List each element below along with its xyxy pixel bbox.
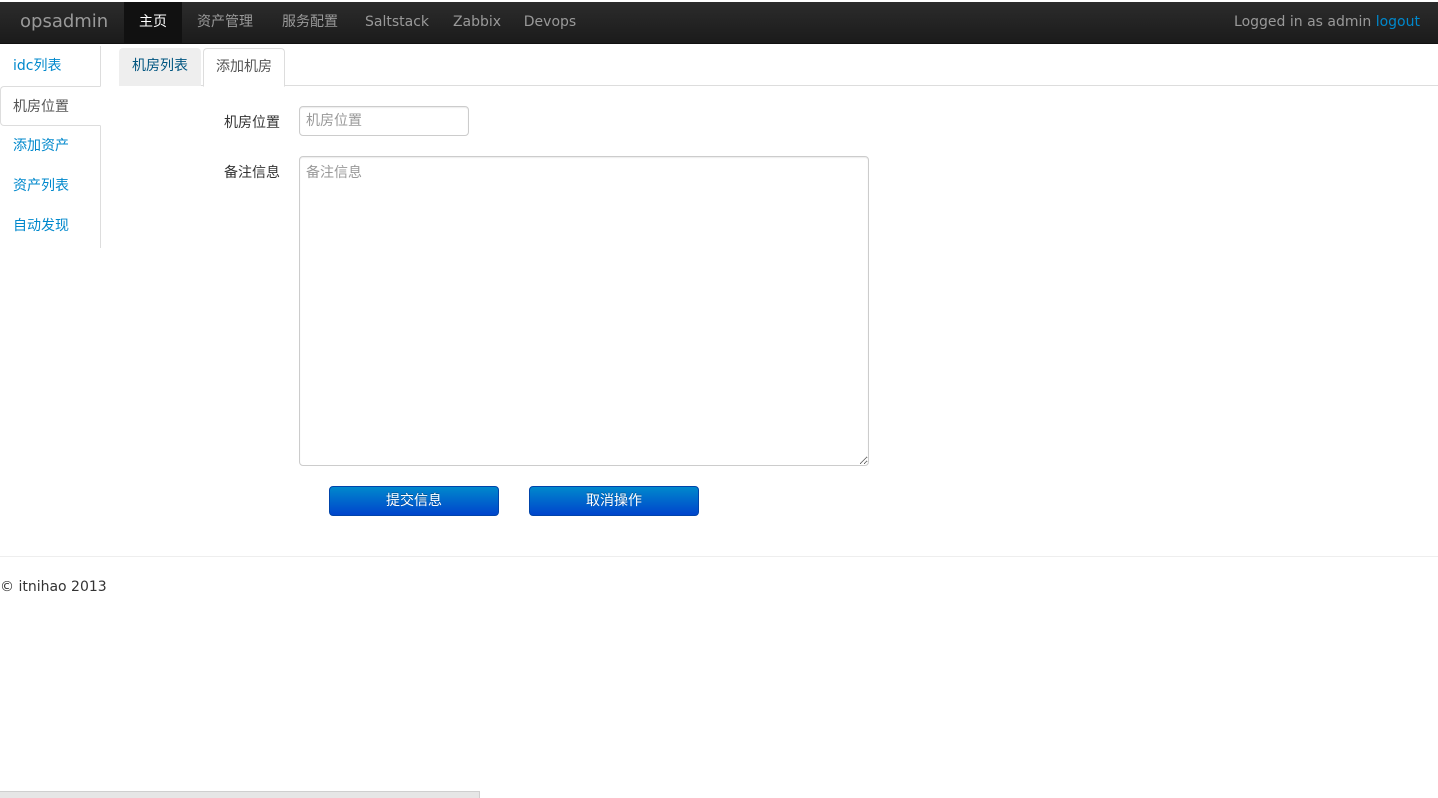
- sidebar-item-asset-list[interactable]: 资产列表: [0, 166, 101, 206]
- tab-bar: 机房列表 添加机房: [119, 47, 1438, 87]
- location-input[interactable]: [299, 106, 469, 136]
- footer-divider: [0, 556, 1438, 557]
- cancel-button[interactable]: 取消操作: [529, 486, 699, 516]
- notes-textarea[interactable]: [299, 156, 869, 466]
- sidebar-item-auto-discovery[interactable]: 自动发现: [0, 206, 101, 246]
- tab-add-room[interactable]: 添加机房: [203, 48, 285, 87]
- location-label: 机房位置: [224, 115, 280, 131]
- browser-status-bar: [0, 791, 480, 798]
- logged-in-text: Logged in as admin: [1234, 14, 1372, 30]
- top-navbar: opsadmin 主页 资产管理 服务配置 Saltstack Zabbix D…: [0, 2, 1438, 44]
- sidebar-item-room-location[interactable]: 机房位置: [0, 86, 101, 126]
- nav-item-service-config[interactable]: 服务配置: [268, 2, 352, 44]
- logout-link[interactable]: logout: [1376, 14, 1420, 30]
- sidebar-item-add-asset[interactable]: 添加资产: [0, 126, 101, 166]
- footer-copyright: © itnihao 2013: [0, 579, 107, 595]
- sidebar: idc列表 机房位置 添加资产 资产列表 自动发现: [0, 46, 101, 248]
- sidebar-item-idc-list[interactable]: idc列表: [0, 46, 101, 86]
- submit-button[interactable]: 提交信息: [329, 486, 499, 516]
- nav-item-saltstack[interactable]: Saltstack: [355, 2, 439, 44]
- user-status: Logged in as admin logout: [1234, 2, 1420, 44]
- notes-label: 备注信息: [224, 165, 280, 181]
- nav-item-home[interactable]: 主页: [124, 2, 182, 44]
- nav-item-asset-management[interactable]: 资产管理: [183, 2, 267, 44]
- nav-item-devops[interactable]: Devops: [514, 2, 586, 44]
- nav-item-zabbix[interactable]: Zabbix: [442, 2, 512, 44]
- brand-logo[interactable]: opsadmin: [20, 11, 108, 32]
- tab-room-list[interactable]: 机房列表: [119, 48, 201, 86]
